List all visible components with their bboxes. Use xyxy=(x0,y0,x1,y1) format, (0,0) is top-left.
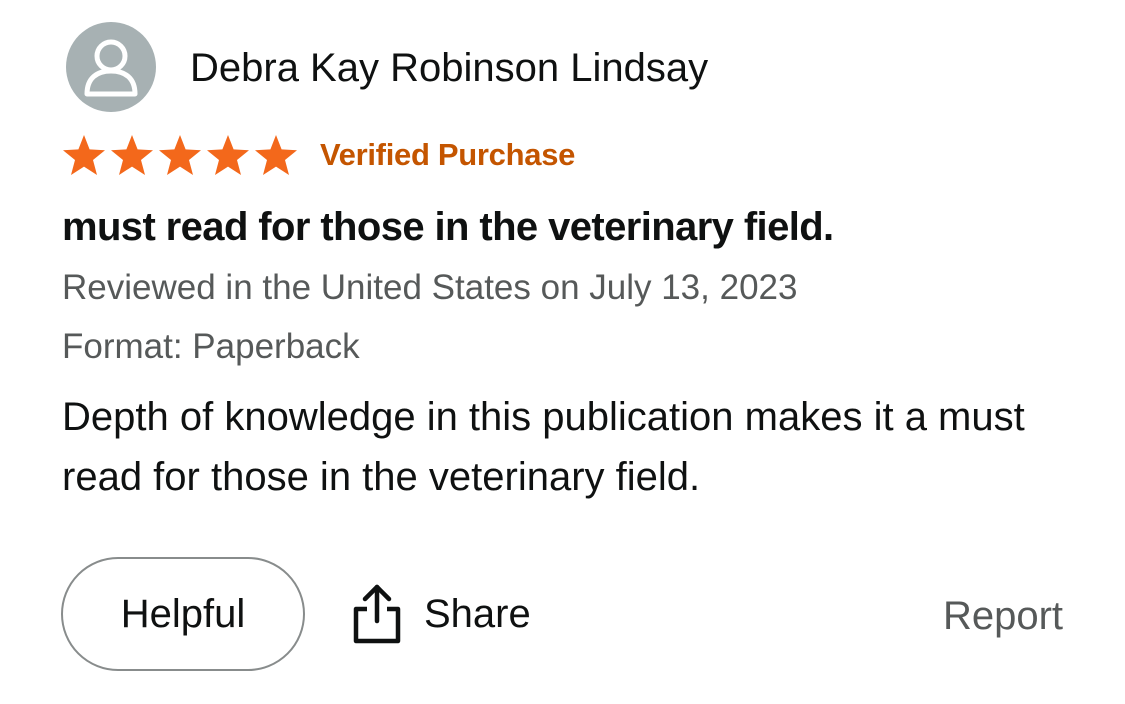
share-upload-icon xyxy=(353,584,401,644)
verified-purchase-badge: Verified Purchase xyxy=(320,137,576,172)
star-icon xyxy=(159,135,201,175)
review-card: Debra Kay Robinson Lindsay Verified Purc… xyxy=(0,0,1125,704)
star-icon xyxy=(63,135,105,175)
review-title: must read for those in the veterinary fi… xyxy=(62,205,834,249)
avatar[interactable] xyxy=(66,22,156,112)
review-date: Reviewed in the United States on July 13… xyxy=(62,268,798,307)
helpful-button[interactable]: Helpful xyxy=(61,557,305,671)
star-rating xyxy=(60,134,300,176)
user-silhouette-icon xyxy=(84,39,138,97)
reviewer-name[interactable]: Debra Kay Robinson Lindsay xyxy=(190,40,708,96)
share-label: Share xyxy=(424,592,531,636)
star-icon xyxy=(111,135,153,175)
review-format: Format: Paperback xyxy=(62,327,360,366)
review-body: Depth of knowledge in this publication m… xyxy=(62,395,1025,499)
star-icon xyxy=(255,135,297,175)
helpful-button-label: Helpful xyxy=(120,591,246,636)
report-link[interactable]: Report xyxy=(943,588,1063,644)
star-icon xyxy=(207,135,249,175)
share-button[interactable]: Share xyxy=(352,583,531,645)
